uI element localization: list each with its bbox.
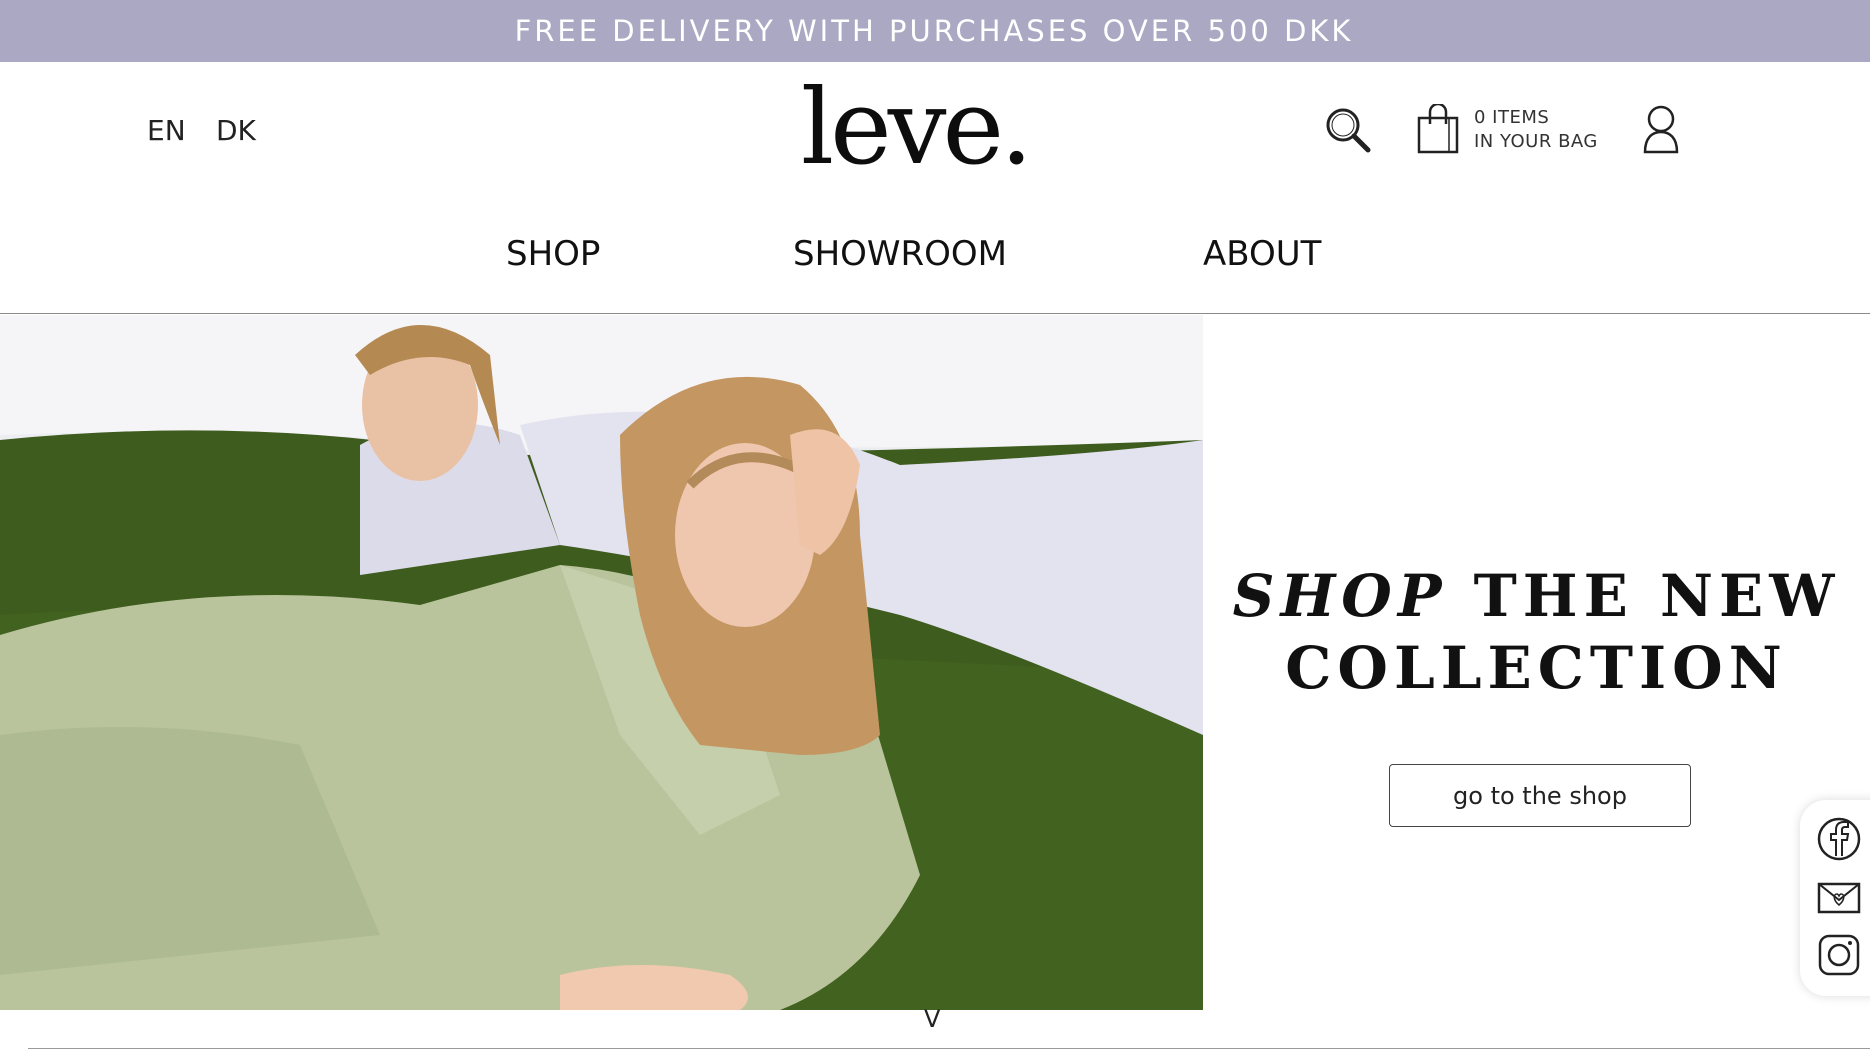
site-header: EN DK leve. 0 ITEMS IN YOUR BAG SHOP SHO…	[0, 62, 1870, 314]
mail-icon[interactable]	[1816, 875, 1862, 921]
go-to-shop-button[interactable]: go to the shop	[1389, 764, 1691, 827]
promo-text: FREE DELIVERY WITH PURCHASES OVER 500 DK…	[514, 14, 1354, 48]
nav-about[interactable]: ABOUT	[1203, 234, 1321, 274]
search-icon[interactable]	[1322, 104, 1372, 154]
social-dock	[1800, 800, 1870, 996]
section-divider	[28, 1048, 1870, 1049]
instagram-icon[interactable]	[1816, 932, 1862, 978]
bag-summary[interactable]: 0 ITEMS IN YOUR BAG	[1474, 106, 1598, 154]
hero-image	[0, 315, 1203, 1010]
promo-banner: FREE DELIVERY WITH PURCHASES OVER 500 DK…	[0, 0, 1870, 62]
hero-copy: SHOP THE NEW COLLECTION go to the shop	[1203, 315, 1870, 1010]
bag-icon[interactable]	[1416, 102, 1460, 154]
headline-italic: SHOP	[1232, 562, 1448, 630]
nav-shop[interactable]: SHOP	[506, 234, 600, 274]
facebook-icon[interactable]	[1816, 816, 1862, 862]
user-icon[interactable]	[1642, 104, 1680, 154]
bag-count: 0 ITEMS	[1474, 107, 1550, 128]
hero-headline: SHOP THE NEW COLLECTION	[1203, 560, 1870, 704]
bag-label: IN YOUR BAG	[1474, 131, 1598, 152]
headline-rest: THE NEW	[1473, 562, 1841, 630]
headline-line2: COLLECTION	[1285, 634, 1788, 702]
nav-showroom[interactable]: SHOWROOM	[793, 234, 1007, 274]
scroll-down-arrow[interactable]: V	[924, 1005, 940, 1033]
